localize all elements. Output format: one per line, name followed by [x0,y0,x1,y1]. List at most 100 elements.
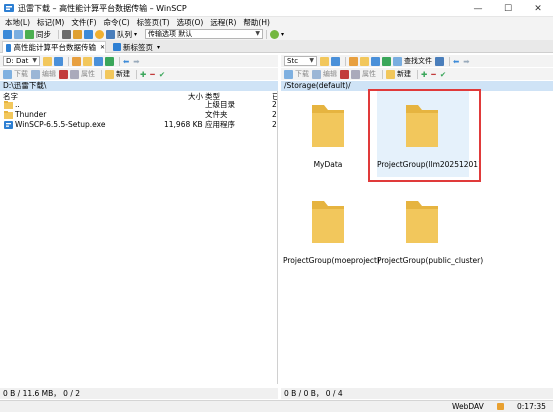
gear-icon[interactable] [95,29,104,39]
delete-icon[interactable] [59,69,68,79]
color-icon[interactable] [270,29,280,39]
transfer-settings-select[interactable]: 传输选项 默认 ▼ [145,29,264,39]
folder-open-icon[interactable] [320,56,329,66]
left-path-bar[interactable]: D:\迅雷下载\ [0,81,278,91]
right-new-button[interactable]: 新建 [397,69,411,79]
session-tab-row: 高性能计算平台数据传输 ✕ 新标签页 ▾ [0,40,553,53]
find-files-button[interactable]: 查找文件 [404,56,432,66]
close-button[interactable]: ✕ [523,0,553,17]
left-new-button[interactable]: 新建 [116,69,130,79]
filter-icon[interactable] [54,56,63,66]
left-upload-button[interactable]: 下载 [14,69,28,79]
search-icon[interactable] [393,56,402,66]
preferences-icon[interactable] [84,29,93,39]
edit-icon[interactable] [312,69,321,79]
view-mode-icon[interactable] [435,56,444,66]
root-dir-icon[interactable] [83,56,92,66]
chevron-down-icon: ▼ [255,30,261,37]
queue-button[interactable]: 队列 [117,29,132,40]
forward-arrow-icon[interactable]: ➡ [133,57,139,66]
tab-new-label: 新标签页 [123,42,153,52]
connection-status-bar: WebDAV 0:17:35 [0,400,553,412]
menu-commands[interactable]: 命令(C) [104,17,130,28]
right-download-button[interactable]: 下载 [295,69,309,79]
parent-dir-icon[interactable] [349,56,358,66]
compare-icon[interactable] [14,29,23,39]
menu-tabs[interactable]: 标签页(T) [137,17,170,28]
menu-remote[interactable]: 远程(R) [210,17,236,28]
check-icon[interactable]: ✔ [159,70,165,79]
menu-files[interactable]: 文件(F) [71,17,96,28]
file-changed: 20 [272,110,277,119]
folder-item[interactable]: ProjectGroup(moeproject) [283,187,380,273]
folder-open-icon[interactable] [43,56,52,66]
file-type: 应用程序 [205,120,235,129]
rename-icon[interactable] [70,69,79,79]
rename-icon[interactable] [351,69,360,79]
toolbar-divider [266,29,268,39]
new-folder-icon[interactable] [386,69,395,79]
filter-icon[interactable] [331,56,340,66]
left-edit-button[interactable]: 编辑 [42,69,56,79]
home-icon[interactable] [371,56,380,66]
file-changed: 20 [272,100,277,109]
folder-icon [4,111,13,119]
right-properties-button[interactable]: 属性 [362,69,376,79]
table-row[interactable]: Thunder 文件夹 20 [0,110,277,120]
delete-icon[interactable] [340,69,349,79]
toolbar-divider [101,69,102,79]
home-icon[interactable] [94,56,103,66]
toolbar-divider [58,29,59,39]
root-dir-icon[interactable] [360,56,369,66]
refresh-icon[interactable] [105,56,114,66]
upload-icon[interactable] [3,69,12,79]
tab-session[interactable]: 高性能计算平台数据传输 ✕ [2,41,106,53]
left-properties-button[interactable]: 属性 [81,69,95,79]
menu-options[interactable]: 选项(O) [177,17,204,28]
left-drive-select[interactable]: D: Dat ▼ [3,56,40,66]
menu-mark[interactable]: 标记(M) [37,17,64,28]
check-icon[interactable]: ✔ [440,70,446,79]
console-icon[interactable] [62,29,71,39]
tab-new[interactable]: 新标签页 ▾ [110,41,162,53]
remove-icon[interactable]: ━ [150,70,155,79]
new-folder-icon[interactable] [105,69,114,79]
menu-help[interactable]: 帮助(H) [243,17,270,28]
download-icon[interactable] [284,69,293,79]
refresh-icon[interactable] [382,56,391,66]
toolbar-divider [417,69,418,79]
back-arrow-icon[interactable]: ⬅ [453,57,459,66]
parent-dir-icon[interactable] [72,56,81,66]
putty-icon[interactable] [73,29,82,39]
add-icon[interactable]: ✚ [421,70,427,79]
new-session-icon[interactable] [3,29,12,39]
forward-arrow-icon[interactable]: ➡ [463,57,469,66]
window-title: 迅雷下载 – 高性能计算平台数据传输 – WinSCP [18,3,187,13]
right-drive-select[interactable]: Stc ▼ [284,56,317,66]
color-dropdown-icon[interactable]: ▾ [281,31,284,38]
sync-icon[interactable] [25,29,34,39]
local-file-list[interactable]: 名字 大小 类型 已 .. 上级目录 20 Thunder 文件夹 20 Win… [0,91,278,384]
edit-icon[interactable] [31,69,40,79]
tab-dropdown-icon[interactable]: ▾ [157,44,160,51]
folder-item[interactable]: MyData [283,91,373,177]
folder-item[interactable]: ProjectGroup(public_cluster) [377,187,483,273]
queue-icon[interactable] [106,29,115,39]
remove-icon[interactable]: ━ [431,70,436,79]
right-edit-button[interactable]: 编辑 [323,69,337,79]
folder-label: ProjectGroup(moeproject) [283,256,380,265]
close-tab-icon[interactable]: ✕ [100,44,105,51]
file-list-header: 名字 大小 类型 已 [0,91,277,101]
minimize-button[interactable]: — [463,0,493,17]
maximize-button[interactable]: ☐ [493,0,523,17]
queue-dropdown-icon[interactable]: ▾ [134,31,137,38]
table-row[interactable]: WinSCP-6.5.5-Setup.exe 11,968 KB 应用程序 20 [0,120,277,130]
add-icon[interactable]: ✚ [140,70,146,79]
left-nav-toolbar: D: Dat ▼ ⬅ ➡ [0,55,278,67]
parent-folder-icon [4,101,13,109]
sync-button[interactable]: 同步 [36,29,51,40]
back-arrow-icon[interactable]: ⬅ [123,57,129,66]
lock-icon [497,403,504,410]
table-row[interactable]: .. 上级目录 20 [0,100,277,110]
menu-local[interactable]: 本地(L) [5,17,30,28]
